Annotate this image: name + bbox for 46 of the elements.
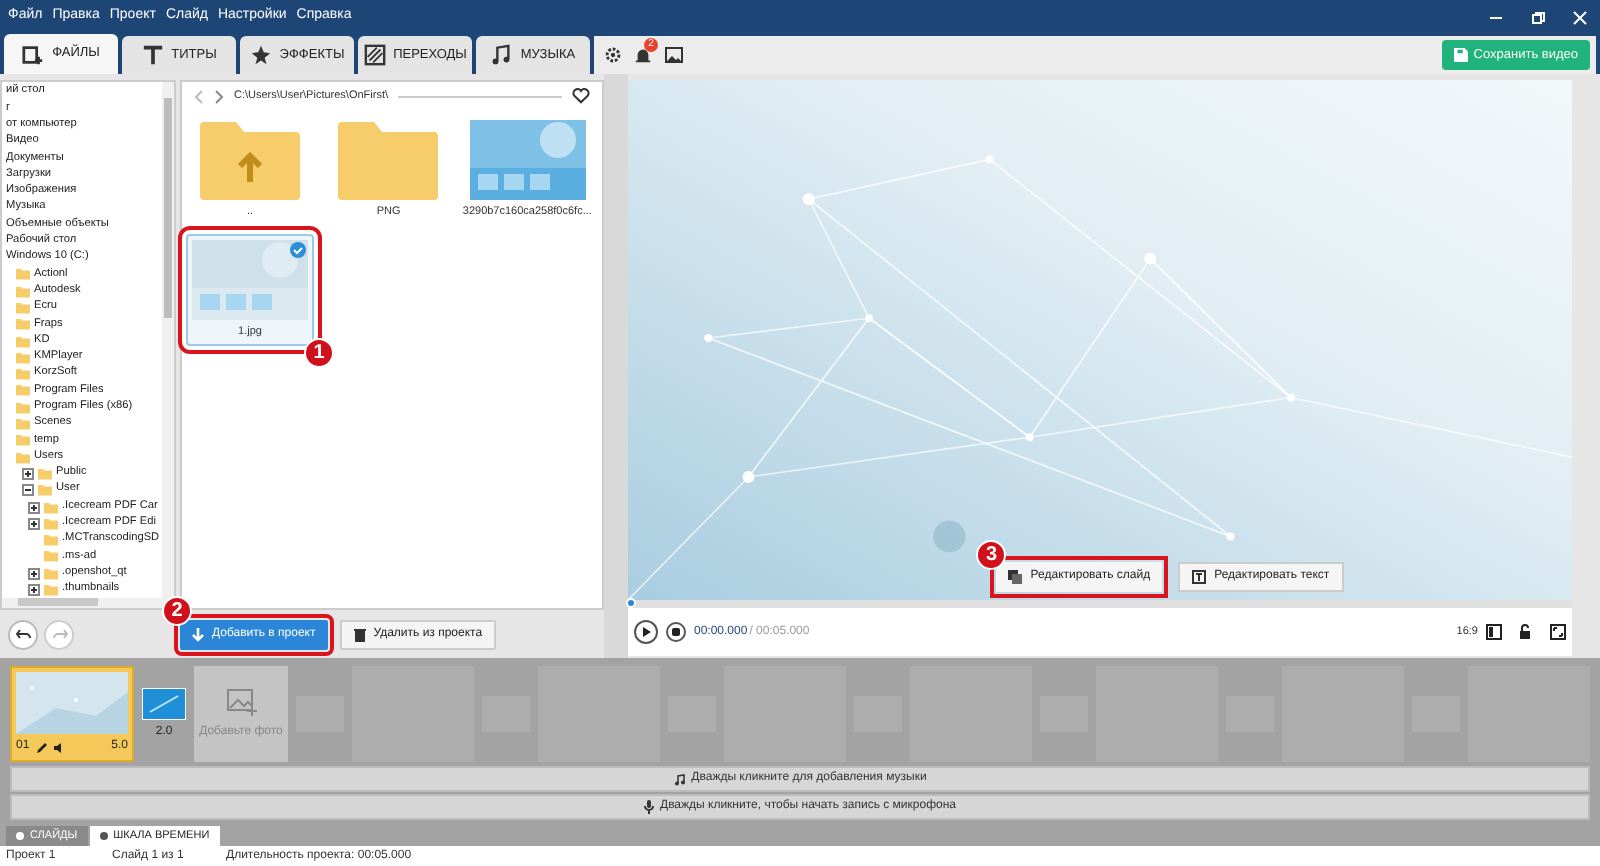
restore-icon[interactable] (1530, 9, 1546, 25)
text-icon (141, 44, 164, 66)
seek-track[interactable] (628, 600, 1572, 608)
step-number-badge: 1 (304, 337, 334, 367)
expand-icon[interactable] (22, 467, 34, 480)
checkmark-icon (290, 242, 306, 259)
music-note-icon (490, 44, 513, 66)
expand-icon[interactable] (28, 584, 40, 597)
add-image-icon (225, 687, 257, 715)
transition-icon (363, 44, 386, 66)
undo-button[interactable] (8, 619, 38, 649)
star-icon (249, 44, 272, 66)
forward-icon[interactable] (214, 89, 224, 103)
expand-icon[interactable] (28, 501, 40, 514)
collapse-icon[interactable] (22, 484, 34, 497)
expand-icon[interactable] (28, 517, 40, 530)
text-box-icon (1192, 570, 1207, 584)
close-icon[interactable] (1572, 9, 1588, 25)
expand-icon[interactable] (28, 567, 40, 580)
fullscreen-icon[interactable] (1550, 624, 1566, 640)
lock-icon[interactable] (1518, 624, 1534, 640)
slides-icon (1008, 570, 1023, 584)
folder-icon (200, 120, 300, 200)
stop-button[interactable] (666, 622, 686, 642)
frame-icon[interactable] (1486, 624, 1502, 640)
add-file-icon (22, 43, 45, 65)
heart-icon[interactable] (572, 88, 590, 104)
transition-thumbnail-icon[interactable] (142, 687, 186, 719)
play-button[interactable] (634, 620, 658, 644)
bell-icon[interactable] (634, 46, 652, 64)
stop-icon (672, 628, 680, 636)
music-note-icon (673, 773, 686, 785)
redo-icon (51, 628, 67, 640)
image-icon[interactable] (664, 46, 684, 64)
scrollbar[interactable] (2, 598, 174, 608)
play-icon (641, 626, 651, 638)
save-icon (1453, 48, 1468, 62)
microphone-icon (644, 800, 654, 814)
undo-icon (15, 628, 31, 640)
folder-icon (338, 120, 439, 200)
speaker-icon[interactable] (53, 741, 66, 753)
trash-icon (353, 627, 366, 641)
scrollbar[interactable] (162, 82, 174, 598)
download-arrow-icon (192, 627, 204, 641)
pencil-icon[interactable] (35, 741, 48, 753)
settings-icon[interactable] (604, 46, 622, 64)
